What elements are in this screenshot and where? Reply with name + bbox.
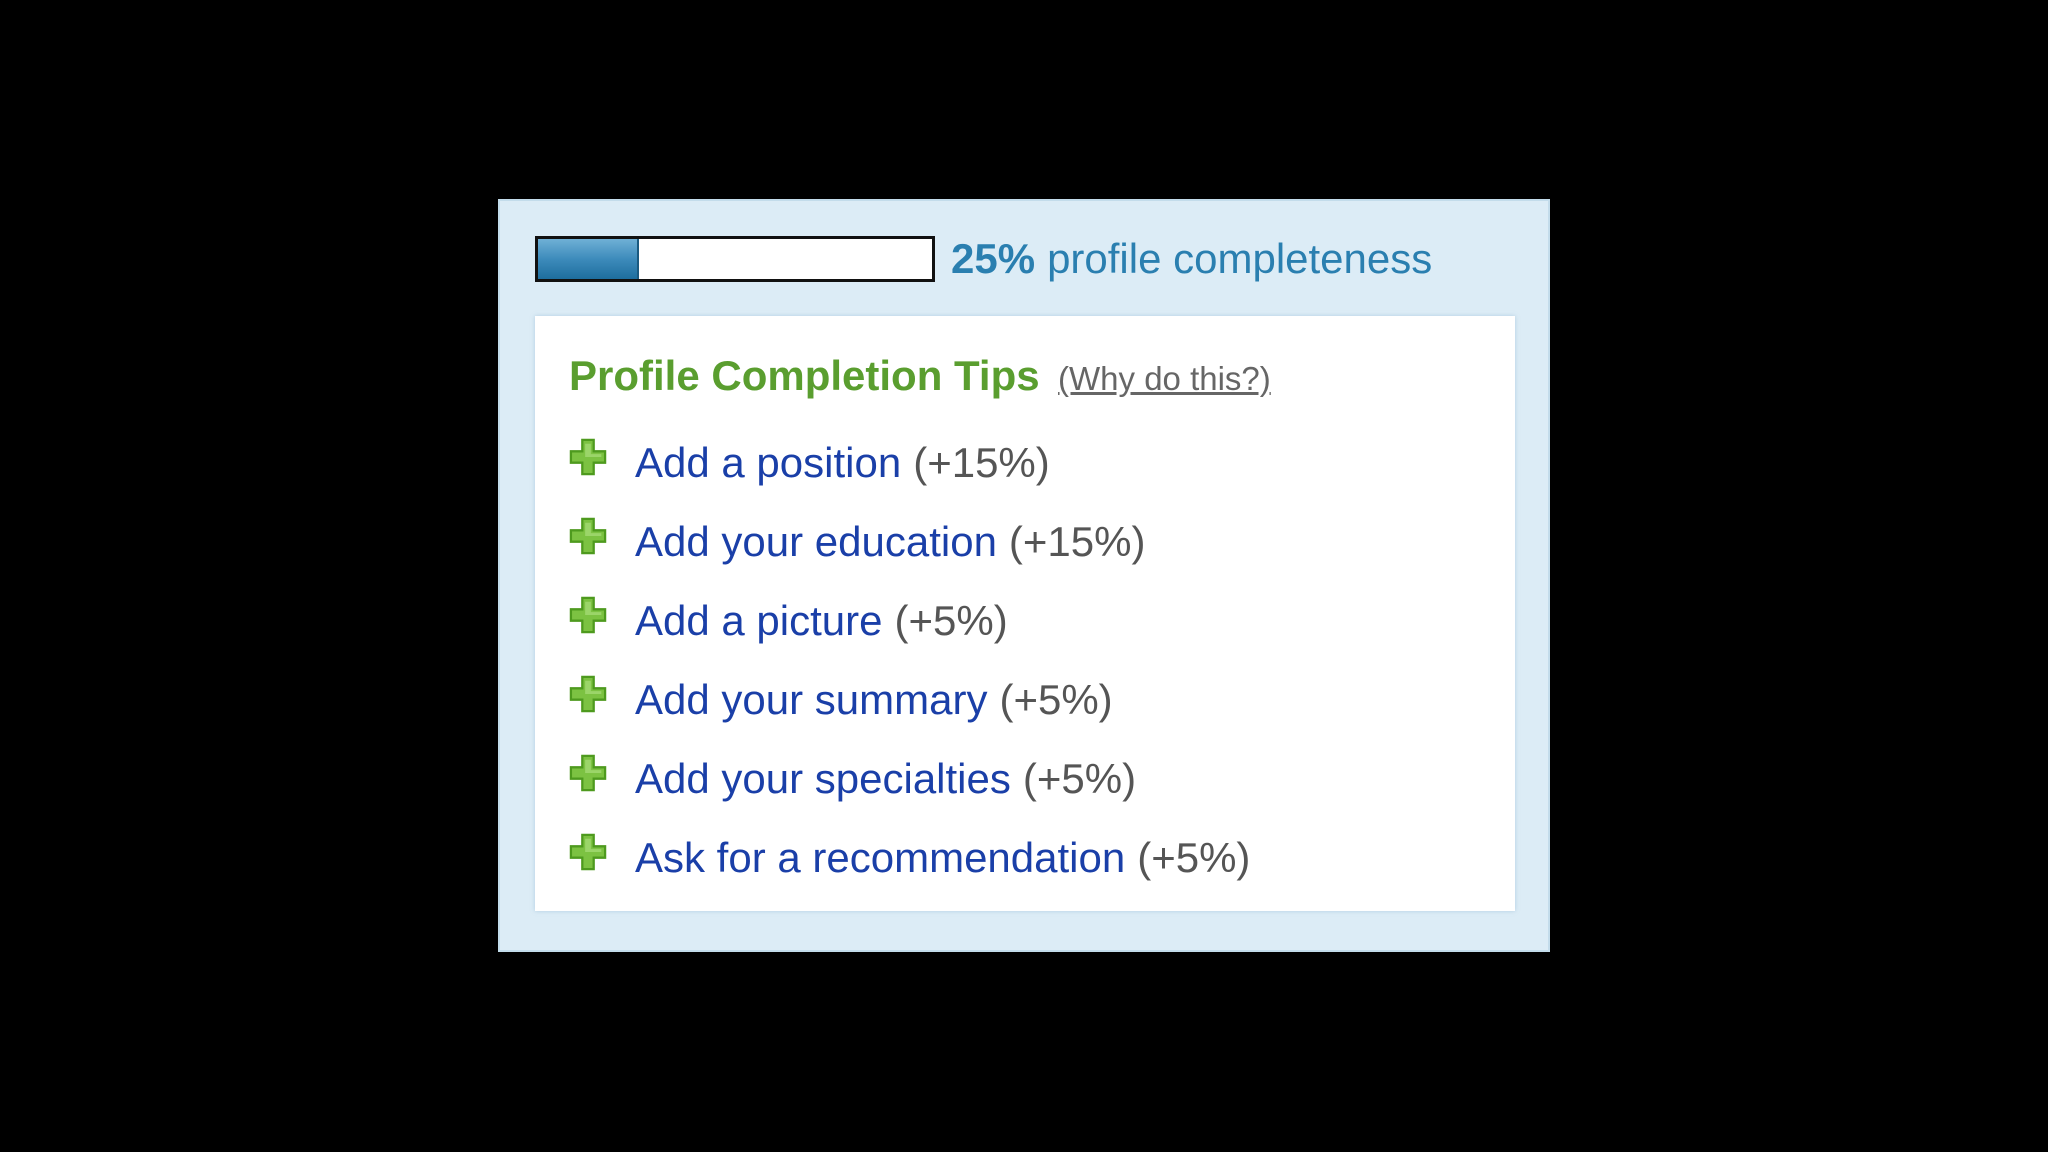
tip-item-add-summary[interactable]: Add your summary (+5%) xyxy=(569,660,1250,739)
progress-fill xyxy=(538,239,639,279)
tips-panel: Profile Completion Tips (Why do this?) A… xyxy=(535,316,1515,911)
tip-bonus: (+5%) xyxy=(894,596,1008,644)
progress-caption: 25% profile completeness xyxy=(951,235,1432,283)
profile-completeness-widget: 25% profile completeness Profile Completi… xyxy=(498,199,1550,952)
tip-bonus: (+15%) xyxy=(1008,517,1146,565)
tip-link[interactable]: Add your education xyxy=(635,518,997,566)
progress-row: 25% profile completeness xyxy=(535,235,1432,283)
tip-link[interactable]: Add your specialties xyxy=(635,755,1011,803)
plus-icon xyxy=(569,754,607,791)
tips-title: Profile Completion Tips xyxy=(569,352,1040,399)
plus-icon xyxy=(569,833,607,870)
progress-label: profile completeness xyxy=(1047,235,1433,282)
tip-item-add-education[interactable]: Add your education (+15%) xyxy=(569,502,1250,581)
tips-header: Profile Completion Tips (Why do this?) xyxy=(569,352,1271,400)
tip-link[interactable]: Add a picture xyxy=(635,597,883,645)
tip-item-add-picture[interactable]: Add a picture (+5%) xyxy=(569,581,1250,660)
plus-icon xyxy=(569,675,607,712)
tip-bonus: (+5%) xyxy=(1137,833,1251,881)
tip-item-ask-recommendation[interactable]: Ask for a recommendation (+5%) xyxy=(569,818,1250,897)
tip-link[interactable]: Add a position xyxy=(635,439,901,487)
plus-icon xyxy=(569,517,607,554)
tip-bonus: (+5%) xyxy=(999,675,1113,723)
progress-percent: 25% xyxy=(951,235,1036,282)
tip-item-add-specialties[interactable]: Add your specialties (+5%) xyxy=(569,739,1250,818)
tip-bonus: (+15%) xyxy=(913,438,1050,486)
profile-progress-bar xyxy=(535,236,935,282)
plus-icon xyxy=(569,596,607,633)
tip-bonus: (+5%) xyxy=(1022,754,1137,802)
tip-link[interactable]: Ask for a recommendation xyxy=(635,834,1125,882)
tip-item-add-position[interactable]: Add a position (+15%) xyxy=(569,423,1250,502)
why-do-this-link[interactable]: (Why do this?) xyxy=(1058,360,1271,397)
tips-list: Add a position (+15%) Add your education… xyxy=(569,423,1250,897)
plus-icon xyxy=(569,438,607,475)
tip-link[interactable]: Add your summary xyxy=(635,676,987,724)
